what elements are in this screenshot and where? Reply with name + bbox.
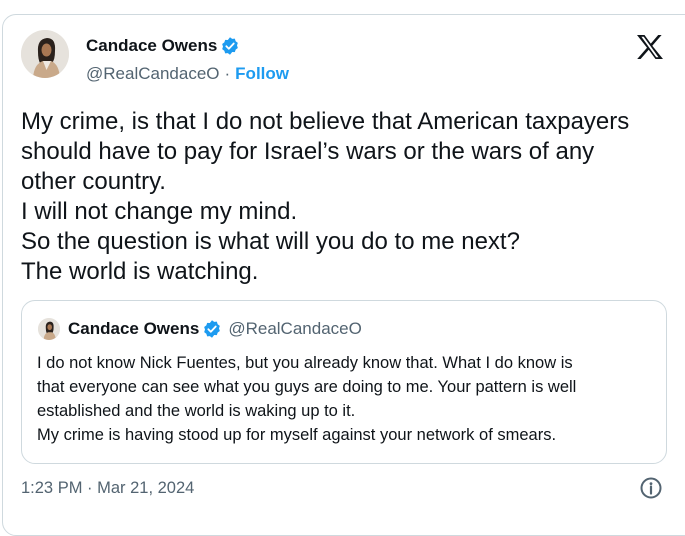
- quoted-line: established and the world is waking up t…: [37, 402, 356, 420]
- author-name-row: Candace Owens: [86, 36, 240, 56]
- tweet-body: My crime, is that I do not believe that …: [21, 107, 671, 287]
- tweet-line: So the question is what will you do to m…: [21, 228, 520, 255]
- tweet-timestamp[interactable]: 1:23 PM · Mar 21, 2024: [21, 479, 194, 498]
- quoted-body: I do not know Nick Fuentes, but you alre…: [37, 351, 657, 447]
- verified-badge-icon: [204, 320, 221, 338]
- author-handle[interactable]: @RealCandaceO: [86, 64, 220, 83]
- quoted-tweet[interactable]: Candace Owens @RealCandaceO I do not kno…: [21, 300, 667, 464]
- quoted-author-handle: @RealCandaceO: [228, 319, 362, 338]
- tweet-line: My crime, is that I do not believe that …: [21, 108, 630, 135]
- quoted-author-name: Candace Owens: [68, 319, 200, 338]
- author-handle-row: @RealCandaceO · Follow: [86, 64, 289, 84]
- avatar[interactable]: [21, 30, 69, 78]
- quoted-header: Candace Owens @RealCandaceO: [68, 319, 362, 339]
- quoted-avatar: [38, 318, 60, 340]
- quoted-line: that everyone can see what you guys are …: [37, 378, 577, 396]
- tweet-line: should have to pay for Israel’s wars or …: [21, 138, 595, 165]
- tweet-line: other country.: [21, 168, 166, 195]
- author-name[interactable]: Candace Owens: [86, 36, 217, 56]
- quoted-line: I do not know Nick Fuentes, but you alre…: [37, 354, 573, 372]
- x-logo-icon[interactable]: [636, 34, 664, 60]
- info-icon[interactable]: [639, 476, 663, 500]
- follow-button[interactable]: Follow: [235, 64, 289, 83]
- verified-badge-icon: [222, 37, 239, 55]
- quoted-line: My crime is having stood up for myself a…: [37, 426, 557, 444]
- tweet-line: The world is watching.: [21, 258, 259, 285]
- tweet-line: I will not change my mind.: [21, 198, 298, 225]
- handle-separator: ·: [224, 64, 231, 83]
